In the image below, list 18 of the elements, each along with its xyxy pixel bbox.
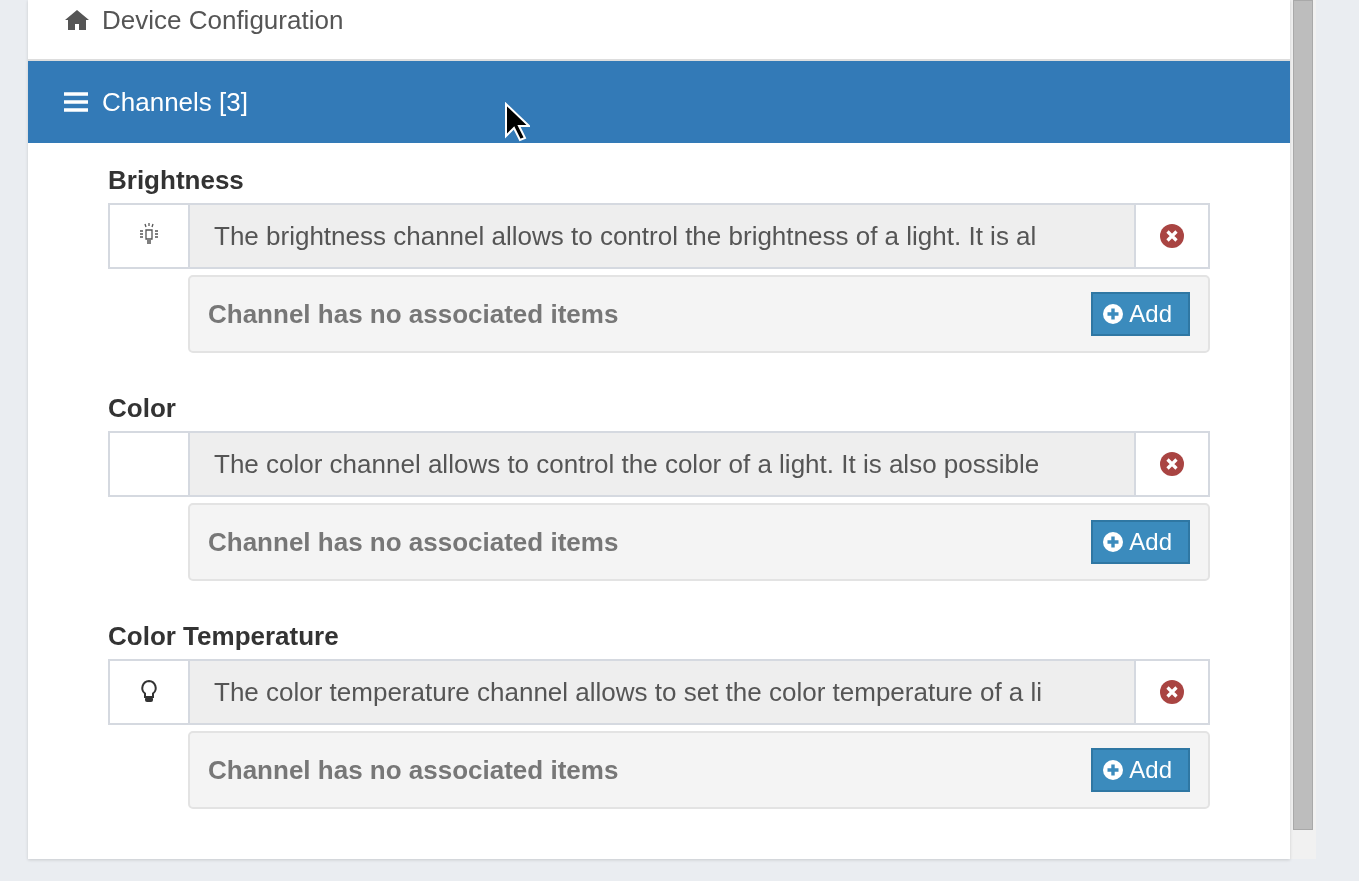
add-button[interactable]: Add xyxy=(1091,748,1190,792)
no-items-message: Channel has no associated items xyxy=(208,754,619,786)
channel-title: Brightness xyxy=(108,163,245,197)
add-button[interactable]: Add xyxy=(1091,520,1190,564)
home-icon xyxy=(64,9,90,31)
section-title: Channels [3] xyxy=(102,86,248,118)
section-header[interactable]: Channels [3] xyxy=(28,61,1290,143)
plus-circle-icon xyxy=(1103,304,1124,324)
channel-title: Color xyxy=(108,391,177,425)
plus-circle-icon xyxy=(1103,532,1124,552)
no-items-message: Channel has no associated items xyxy=(208,526,619,558)
add-button[interactable]: Add xyxy=(1091,292,1190,336)
channel-title: Color Temperature xyxy=(108,619,340,653)
breadcrumb-title[interactable]: Device Configuration xyxy=(102,4,344,36)
menu-icon xyxy=(64,92,88,112)
mouse-cursor-icon xyxy=(504,102,530,142)
no-items-message: Channel has no associated items xyxy=(208,298,619,330)
plus-circle-icon xyxy=(1103,760,1124,780)
